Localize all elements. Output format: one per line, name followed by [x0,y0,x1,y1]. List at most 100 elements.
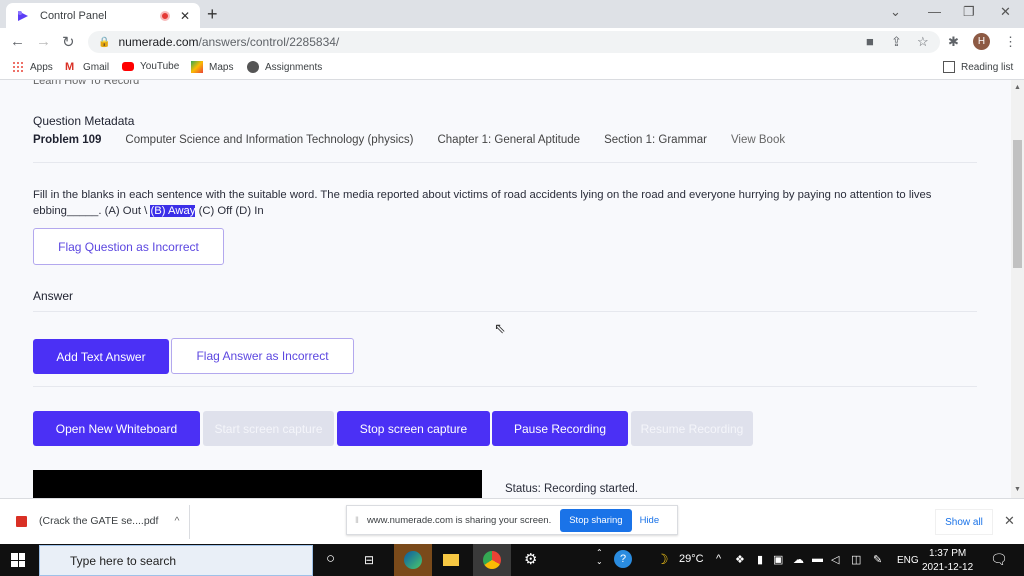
download-bar: (Crack the GATE se....pdf ^ ‖ www.numera… [0,498,1024,544]
lock-icon: 🔒 [98,36,111,48]
reading-list-button[interactable]: Reading list [943,61,1013,73]
profile-avatar[interactable]: H [973,33,990,50]
open-whiteboard-button[interactable]: Open New Whiteboard [33,411,200,446]
numerade-logo-icon [18,10,28,21]
page-scrollbar[interactable]: ▲ ▼ [1011,80,1024,498]
usb-icon[interactable]: ▮ [757,553,763,566]
notifications-icon[interactable]: 🗨 [990,551,1008,568]
question-metadata-heading: Question Metadata [33,114,135,128]
cloud-icon[interactable]: ☁ [793,553,804,566]
bookmark-label: Maps [209,61,234,73]
divider [33,162,977,163]
scroll-down-icon[interactable]: ▼ [1014,486,1021,493]
cortana-icon[interactable]: ○ [326,550,335,567]
divider [33,386,977,387]
pause-recording-button[interactable]: Pause Recording [492,411,628,446]
bookmark-assignments[interactable]: Assignments [247,61,322,73]
new-tab-button[interactable]: + [207,4,218,25]
bookmark-maps[interactable]: Maps [191,61,233,73]
pdf-file-icon [16,515,27,527]
bookmark-label: Apps [30,61,53,73]
hide-button[interactable]: Hide [640,515,660,526]
restore-button[interactable]: ❐ [963,4,975,20]
camera-icon[interactable]: ■ [866,34,874,49]
file-explorer-icon[interactable] [432,544,470,576]
question-metadata: Problem 109 Computer Science and Informa… [33,134,809,146]
back-button[interactable]: ← [10,33,25,50]
section: Section 1: Grammar [604,134,707,146]
address-bar[interactable]: 🔒 numerade.com/answers/control/2285834/ [88,31,940,53]
show-hidden-icons[interactable]: ^ [716,553,721,565]
windows-start-icon[interactable] [11,553,25,567]
share-icon[interactable]: ⇪ [891,34,902,50]
bookmark-youtube[interactable]: YouTube [122,61,179,72]
extensions-icon[interactable]: ✱ [948,34,959,50]
bookmark-star-icon[interactable]: ☆ [917,34,929,50]
edge-icon[interactable] [394,544,432,576]
close-download-bar-icon[interactable]: ✕ [1004,513,1015,529]
add-text-answer-button[interactable]: Add Text Answer [33,339,169,374]
bookmark-apps[interactable]: Apps [12,61,53,73]
start-screen-capture-button[interactable]: Start screen capture [203,411,334,446]
url-path: /answers/control/2285834/ [198,35,340,49]
subject: Computer Science and Information Technol… [125,134,414,146]
question-text-part: (C) Off (D) In [195,205,264,217]
browser-tab-strip: Control Panel ✕ + ⌄ — ❐ ✕ [0,0,1024,28]
close-window-button[interactable]: ✕ [1000,4,1011,20]
menu-icon[interactable]: ⋮ [1004,34,1017,50]
globe-icon [247,61,259,73]
maps-icon [191,61,203,73]
show-all-button[interactable]: Show all [935,509,993,535]
chrome-icon[interactable] [473,544,511,576]
recording-indicator-icon [159,10,170,21]
gmail-icon: M [65,61,75,73]
bookmarks-bar: Apps M Gmail YouTube Maps Assignments Rea… [0,56,1024,80]
flag-answer-button[interactable]: Flag Answer as Incorrect [171,338,354,374]
settings-gear-icon[interactable]: ⚙ [524,550,537,568]
bookmark-label: YouTube [140,61,180,72]
share-message: www.numerade.com is sharing your screen. [366,514,552,526]
task-view-icon[interactable]: ⊟ [364,553,374,567]
dropbox-icon[interactable]: ❖ [735,553,745,566]
stop-screen-capture-button[interactable]: Stop screen capture [337,411,490,446]
reload-button[interactable]: ↻ [62,33,75,51]
close-tab-icon[interactable]: ✕ [180,9,190,23]
display-icon[interactable]: ▣ [773,553,783,566]
question-text: Fill in the blanks in each sentence with… [33,187,973,219]
pen-icon[interactable]: ✎ [873,553,882,566]
scroll-up-icon[interactable]: ▲ [1014,84,1021,91]
taskbar-search-input[interactable]: Type here to search [39,545,313,576]
forward-button[interactable]: → [36,33,51,50]
flag-question-button[interactable]: Flag Question as Incorrect [33,228,224,265]
download-item[interactable]: (Crack the GATE se....pdf ^ [16,515,179,527]
minimize-button[interactable]: — [928,4,941,19]
url-host: numerade.com [118,35,199,49]
meet-now-icon[interactable]: ◫ [851,553,861,566]
scrollbar-thumb[interactable] [1013,140,1022,268]
tab-search-icon[interactable]: ⌄ [890,4,901,20]
bookmark-label: Gmail [83,61,110,73]
youtube-icon [122,62,134,71]
weather-temperature[interactable]: 29°C [679,553,704,565]
reading-list-icon [943,61,955,73]
chevron-up-icon[interactable]: ^ [174,515,179,527]
drag-handle-icon[interactable]: ‖ [355,515,359,526]
scroll-taskbar-icon[interactable]: ⌃ ⌄ [596,548,603,566]
battery-icon[interactable]: ▬ [812,553,823,565]
learn-how-to-record-link[interactable]: Learn How To Record [33,80,139,87]
language-indicator[interactable]: ENG [897,555,919,566]
help-icon[interactable]: ? [614,550,632,568]
stop-sharing-button[interactable]: Stop sharing [560,508,632,532]
view-book-link[interactable]: View Book [731,134,785,146]
screen-share-notification: ‖ www.numerade.com is sharing your scree… [346,505,678,535]
resume-recording-button[interactable]: Resume Recording [631,411,753,446]
system-clock[interactable]: 1:37 PM 2021-12-12 [922,547,973,575]
tab-control-panel[interactable]: Control Panel ✕ [6,3,200,28]
answer-heading: Answer [33,289,74,303]
recording-status: Status: Recording started. [505,483,638,495]
video-preview [33,470,482,498]
chapter: Chapter 1: General Aptitude [437,134,581,146]
bookmark-gmail[interactable]: M Gmail [65,61,109,73]
selected-text: (B) Away [150,205,196,217]
volume-icon[interactable]: ◁ [831,553,839,566]
